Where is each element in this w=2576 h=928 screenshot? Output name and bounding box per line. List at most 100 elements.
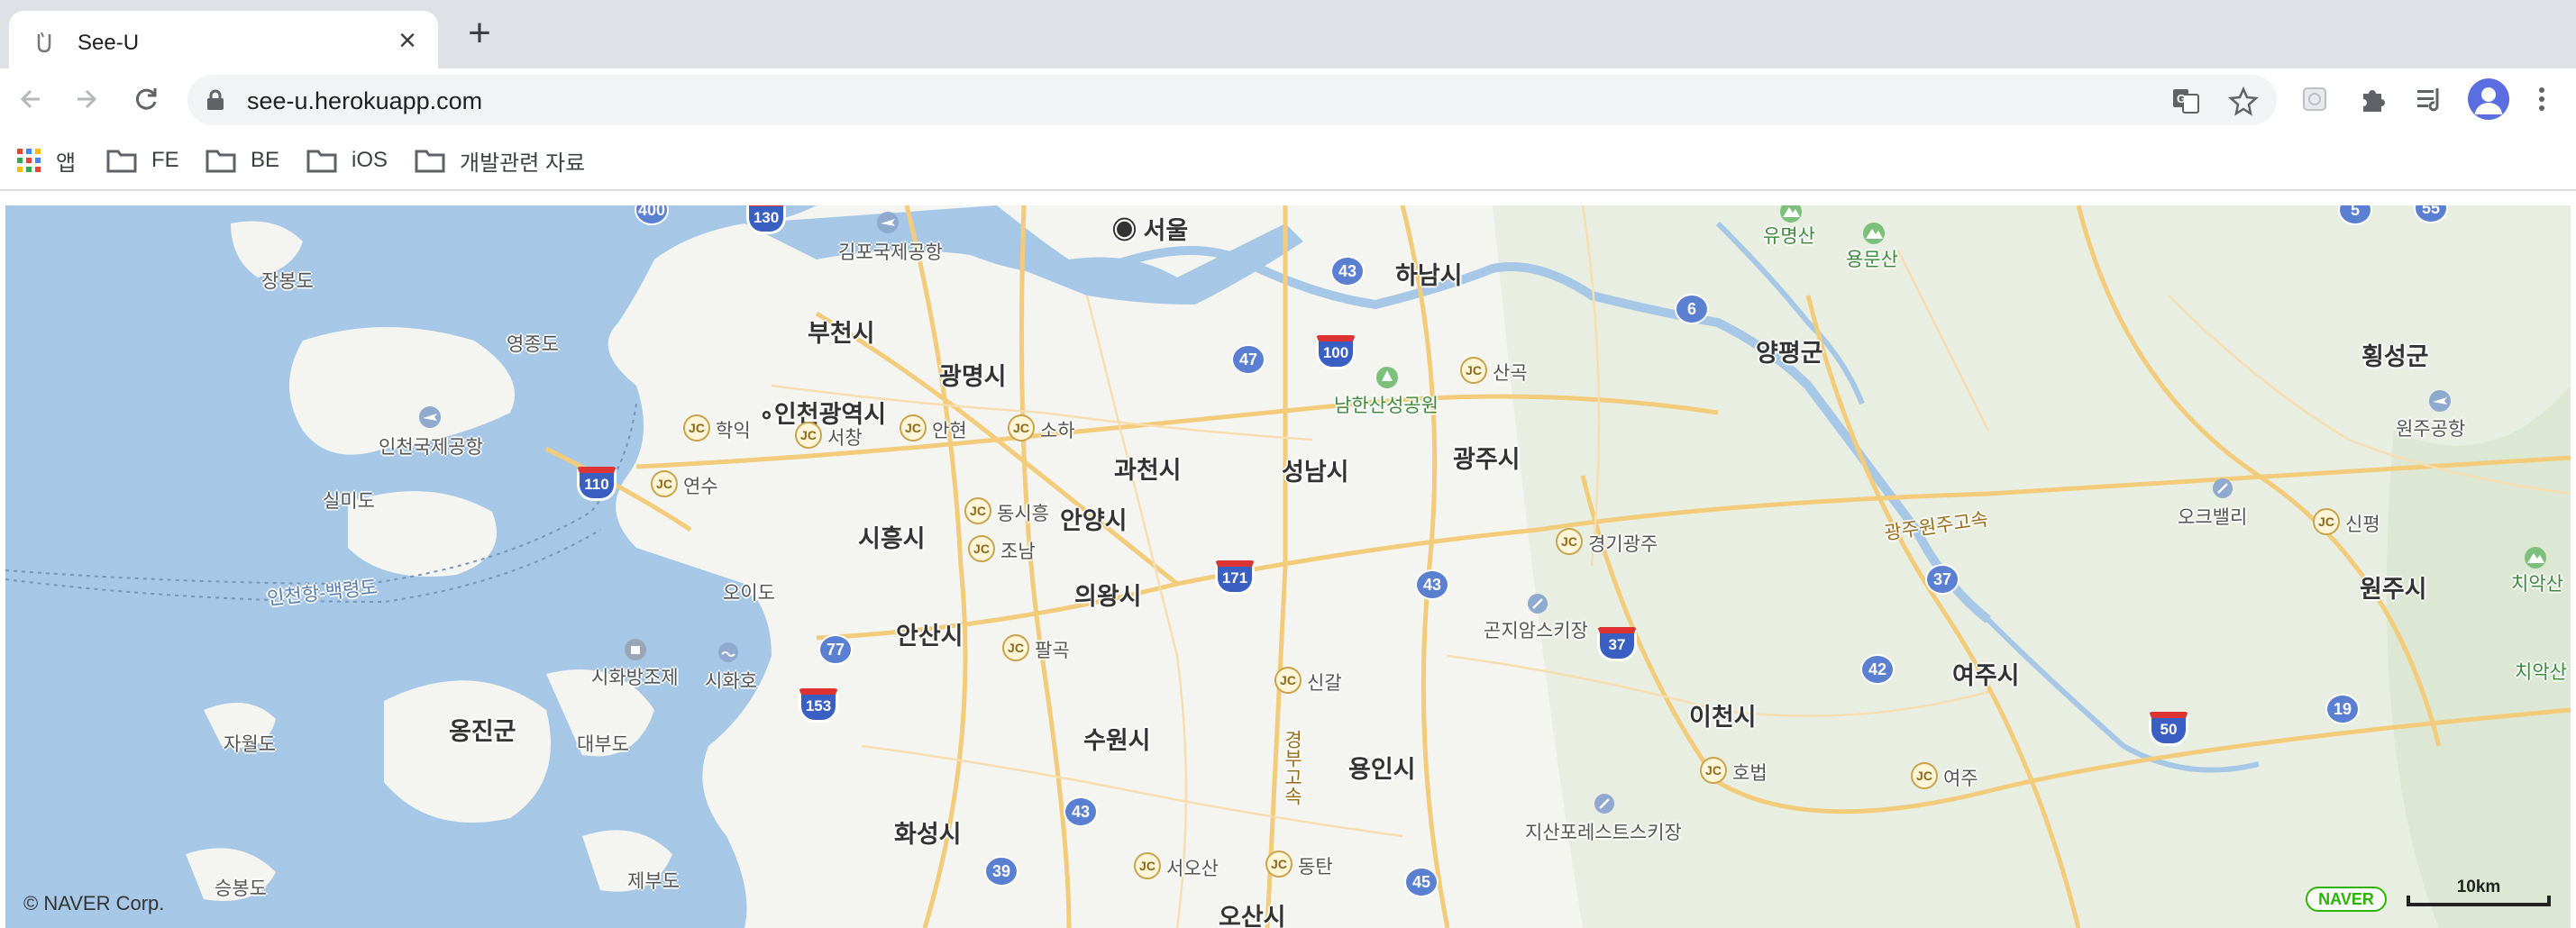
- browser-tab[interactable]: See-U ×: [9, 11, 438, 68]
- map-label-jawoldo[interactable]: 자월도: [224, 730, 276, 757]
- bookmark-folder-dev-resources[interactable]: 개발관련 자료: [415, 144, 585, 177]
- tab-close-icon[interactable]: ×: [393, 25, 422, 56]
- map-label-bucheon[interactable]: 부천시: [808, 314, 875, 349]
- bookmark-folder-fe[interactable]: FE: [106, 144, 179, 177]
- bookmark-apps[interactable]: 앱: [16, 144, 76, 177]
- map-label-incheon-airport[interactable]: 인천국제공항: [379, 432, 483, 459]
- map-label-jebudo[interactable]: 제부도: [627, 867, 680, 894]
- map-label-suwon[interactable]: 수원시: [1083, 721, 1151, 756]
- address-bar[interactable]: see-u.herokuapp.com G: [187, 75, 2277, 125]
- extension-icon[interactable]: [2298, 83, 2331, 115]
- map-label-incheon[interactable]: ∘인천광역시: [759, 395, 886, 430]
- map-label-wonju-airport[interactable]: 원주공항: [2396, 414, 2465, 441]
- mountain-icon[interactable]: [1862, 222, 1886, 245]
- map-label-hwaseong[interactable]: 화성시: [894, 814, 962, 850]
- map-label-gwangmyeong[interactable]: 광명시: [939, 357, 1007, 392]
- landmark-icon[interactable]: [624, 638, 647, 661]
- map-label-oido[interactable]: 오이도: [723, 578, 775, 605]
- mountain-icon[interactable]: [1779, 205, 1803, 223]
- back-arrow-icon[interactable]: [13, 81, 49, 117]
- map-label-uiwang[interactable]: 의왕시: [1074, 577, 1142, 612]
- map-label-gimpo-airport[interactable]: 김포국제공항: [838, 238, 943, 265]
- map-label-anyang[interactable]: 안양시: [1060, 501, 1128, 536]
- park-icon[interactable]: [1375, 366, 1399, 389]
- map-label-gyeongbu-expressway[interactable]: 경부고속: [1278, 730, 1305, 805]
- map-label-sihwaho[interactable]: 시화호: [705, 667, 757, 694]
- highway-shield[interactable]: 6: [1675, 294, 1709, 324]
- expressway-shield[interactable]: 50: [2149, 712, 2188, 746]
- profile-avatar[interactable]: [2468, 78, 2509, 120]
- map-label-yumyeongsan[interactable]: 유명산: [1763, 222, 1815, 249]
- highway-shield[interactable]: 47: [1231, 344, 1265, 375]
- forward-arrow-icon[interactable]: [69, 81, 105, 117]
- highway-shield[interactable]: 43: [1415, 569, 1449, 600]
- expressway-shield[interactable]: 130: [746, 205, 786, 234]
- naver-map[interactable]: ◉ 서울 김포국제공항 부천시 광명시 ∘인천광역시 하남시 양평군 횡성군 장…: [5, 205, 2571, 928]
- mountain-icon[interactable]: [2524, 546, 2547, 569]
- map-label-silmido[interactable]: 실미도: [323, 487, 375, 514]
- map-label-yeoju[interactable]: 여주시: [1952, 656, 2020, 691]
- map-label-jisan-ski[interactable]: 지산포레스트스키장: [1525, 818, 1682, 845]
- highway-shield[interactable]: 77: [818, 634, 853, 665]
- map-label-daebudo[interactable]: 대부도: [577, 730, 629, 757]
- bookmark-star-icon[interactable]: [2228, 86, 2259, 116]
- reload-icon[interactable]: [128, 81, 164, 117]
- highway-shield[interactable]: 43: [1064, 796, 1098, 827]
- airport-icon[interactable]: [2428, 389, 2452, 413]
- jc-icon: JC: [1911, 762, 1938, 789]
- highway-shield[interactable]: 42: [1860, 654, 1895, 685]
- expressway-shield[interactable]: 37: [1597, 627, 1637, 661]
- map-label-siheung[interactable]: 시흥시: [858, 519, 926, 554]
- tab-title: See-U: [78, 31, 140, 55]
- map-label-sihwa-dam[interactable]: 시화방조제: [591, 663, 679, 690]
- map-label-gwangju[interactable]: 광주시: [1453, 440, 1521, 475]
- highway-shield[interactable]: 45: [1404, 867, 1439, 897]
- map-label-gwacheon[interactable]: 과천시: [1114, 450, 1182, 486]
- map-label-namhansanseong[interactable]: 남한산성공원: [1334, 391, 1439, 418]
- map-label-chiaksan[interactable]: 치악산: [2511, 569, 2563, 596]
- resort-icon[interactable]: [2212, 478, 2233, 499]
- map-label-oak-valley[interactable]: 오크밸리: [2178, 503, 2247, 530]
- highway-shield[interactable]: 37: [1925, 564, 1959, 595]
- puzzle-extensions-icon[interactable]: [2356, 83, 2389, 115]
- new-tab-plus-icon[interactable]: +: [461, 14, 498, 53]
- map-label-hoengseong[interactable]: 횡성군: [2361, 337, 2429, 372]
- translate-icon[interactable]: G: [2170, 86, 2201, 116]
- map-label-seongnam[interactable]: 성남시: [1282, 452, 1349, 487]
- map-label-wonju[interactable]: 원주시: [2360, 569, 2427, 605]
- expressway-shield[interactable]: 171: [1215, 560, 1255, 595]
- lake-icon[interactable]: [717, 641, 739, 663]
- map-label-yangpyeong[interactable]: 양평군: [1756, 333, 1823, 368]
- airport-icon[interactable]: [418, 405, 442, 429]
- media-queue-icon[interactable]: [2414, 83, 2446, 115]
- map-label-seoul[interactable]: ◉ 서울: [1112, 211, 1188, 246]
- expressway-shield[interactable]: 110: [577, 467, 617, 501]
- bookmark-folder-ios[interactable]: iOS: [306, 144, 388, 177]
- map-label-gonjiam-ski[interactable]: 곤지암스키장: [1484, 616, 1588, 643]
- ski-resort-icon[interactable]: [1594, 793, 1615, 814]
- map-label-icheon[interactable]: 이천시: [1689, 697, 1757, 732]
- highway-shield[interactable]: 39: [984, 856, 1019, 887]
- junction-label: 안현: [932, 421, 967, 441]
- scale-bar-line: [2407, 896, 2551, 906]
- highway-shield[interactable]: 43: [1330, 256, 1365, 287]
- map-label-ansan[interactable]: 안산시: [896, 616, 964, 651]
- map-label-ongjin[interactable]: 옹진군: [449, 712, 516, 747]
- map-label-hanam[interactable]: 하남시: [1395, 256, 1463, 291]
- map-label-yongin[interactable]: 용인시: [1348, 750, 1416, 785]
- map-label-chiaksan-2[interactable]: 치악산: [2515, 658, 2567, 685]
- expressway-shield[interactable]: 100: [1316, 335, 1356, 369]
- ski-resort-icon[interactable]: [1527, 593, 1548, 614]
- map-label-seungbongdo[interactable]: 승봉도: [215, 874, 267, 901]
- kebab-menu-icon[interactable]: [2535, 81, 2549, 117]
- map-label-osan[interactable]: 오산시: [1219, 897, 1286, 928]
- naver-logo[interactable]: NAVER: [2306, 887, 2387, 912]
- map-label-yeongjongdo[interactable]: 영종도: [507, 330, 559, 357]
- airport-icon[interactable]: [876, 211, 900, 234]
- expressway-shield[interactable]: 153: [799, 688, 838, 723]
- bookmark-label: iOS: [352, 148, 388, 172]
- map-label-yongmunsan[interactable]: 용문산: [1846, 245, 1898, 272]
- highway-shield[interactable]: 19: [2325, 694, 2360, 724]
- bookmark-folder-be[interactable]: BE: [206, 144, 279, 177]
- map-label-jangbongdo[interactable]: 장봉도: [261, 267, 314, 294]
